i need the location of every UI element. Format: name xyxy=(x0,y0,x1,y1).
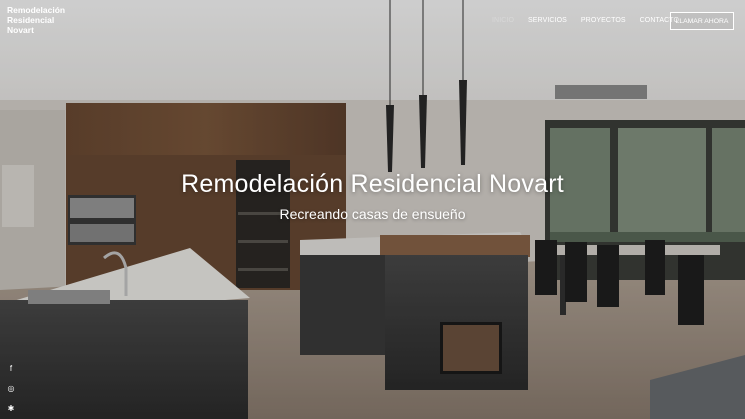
call-now-button[interactable]: LLAMAR AHORA xyxy=(670,12,734,30)
hero-subtitle: Recreando casas de ensueño xyxy=(279,206,466,222)
main-nav: INICIO SERVICIOS PROYECTOS CONTACTO xyxy=(492,17,693,24)
facebook-icon[interactable]: f xyxy=(6,364,16,374)
logo-line: Residencial xyxy=(7,15,55,25)
hero-title: Remodelación Residencial Novart xyxy=(181,170,564,198)
social-links: f ◎ ✱ xyxy=(6,364,16,414)
logo-line: Novart xyxy=(7,25,34,35)
nav-item-inicio[interactable]: INICIO xyxy=(492,17,514,24)
logo-line: Remodelación xyxy=(7,5,66,15)
yelp-icon[interactable]: ✱ xyxy=(6,404,16,414)
instagram-icon[interactable]: ◎ xyxy=(6,384,16,394)
nav-item-proyectos[interactable]: PROYECTOS xyxy=(581,17,626,24)
nav-item-servicios[interactable]: SERVICIOS xyxy=(528,17,567,24)
site-logo[interactable]: Remodelación Residencial Novart xyxy=(7,5,87,35)
